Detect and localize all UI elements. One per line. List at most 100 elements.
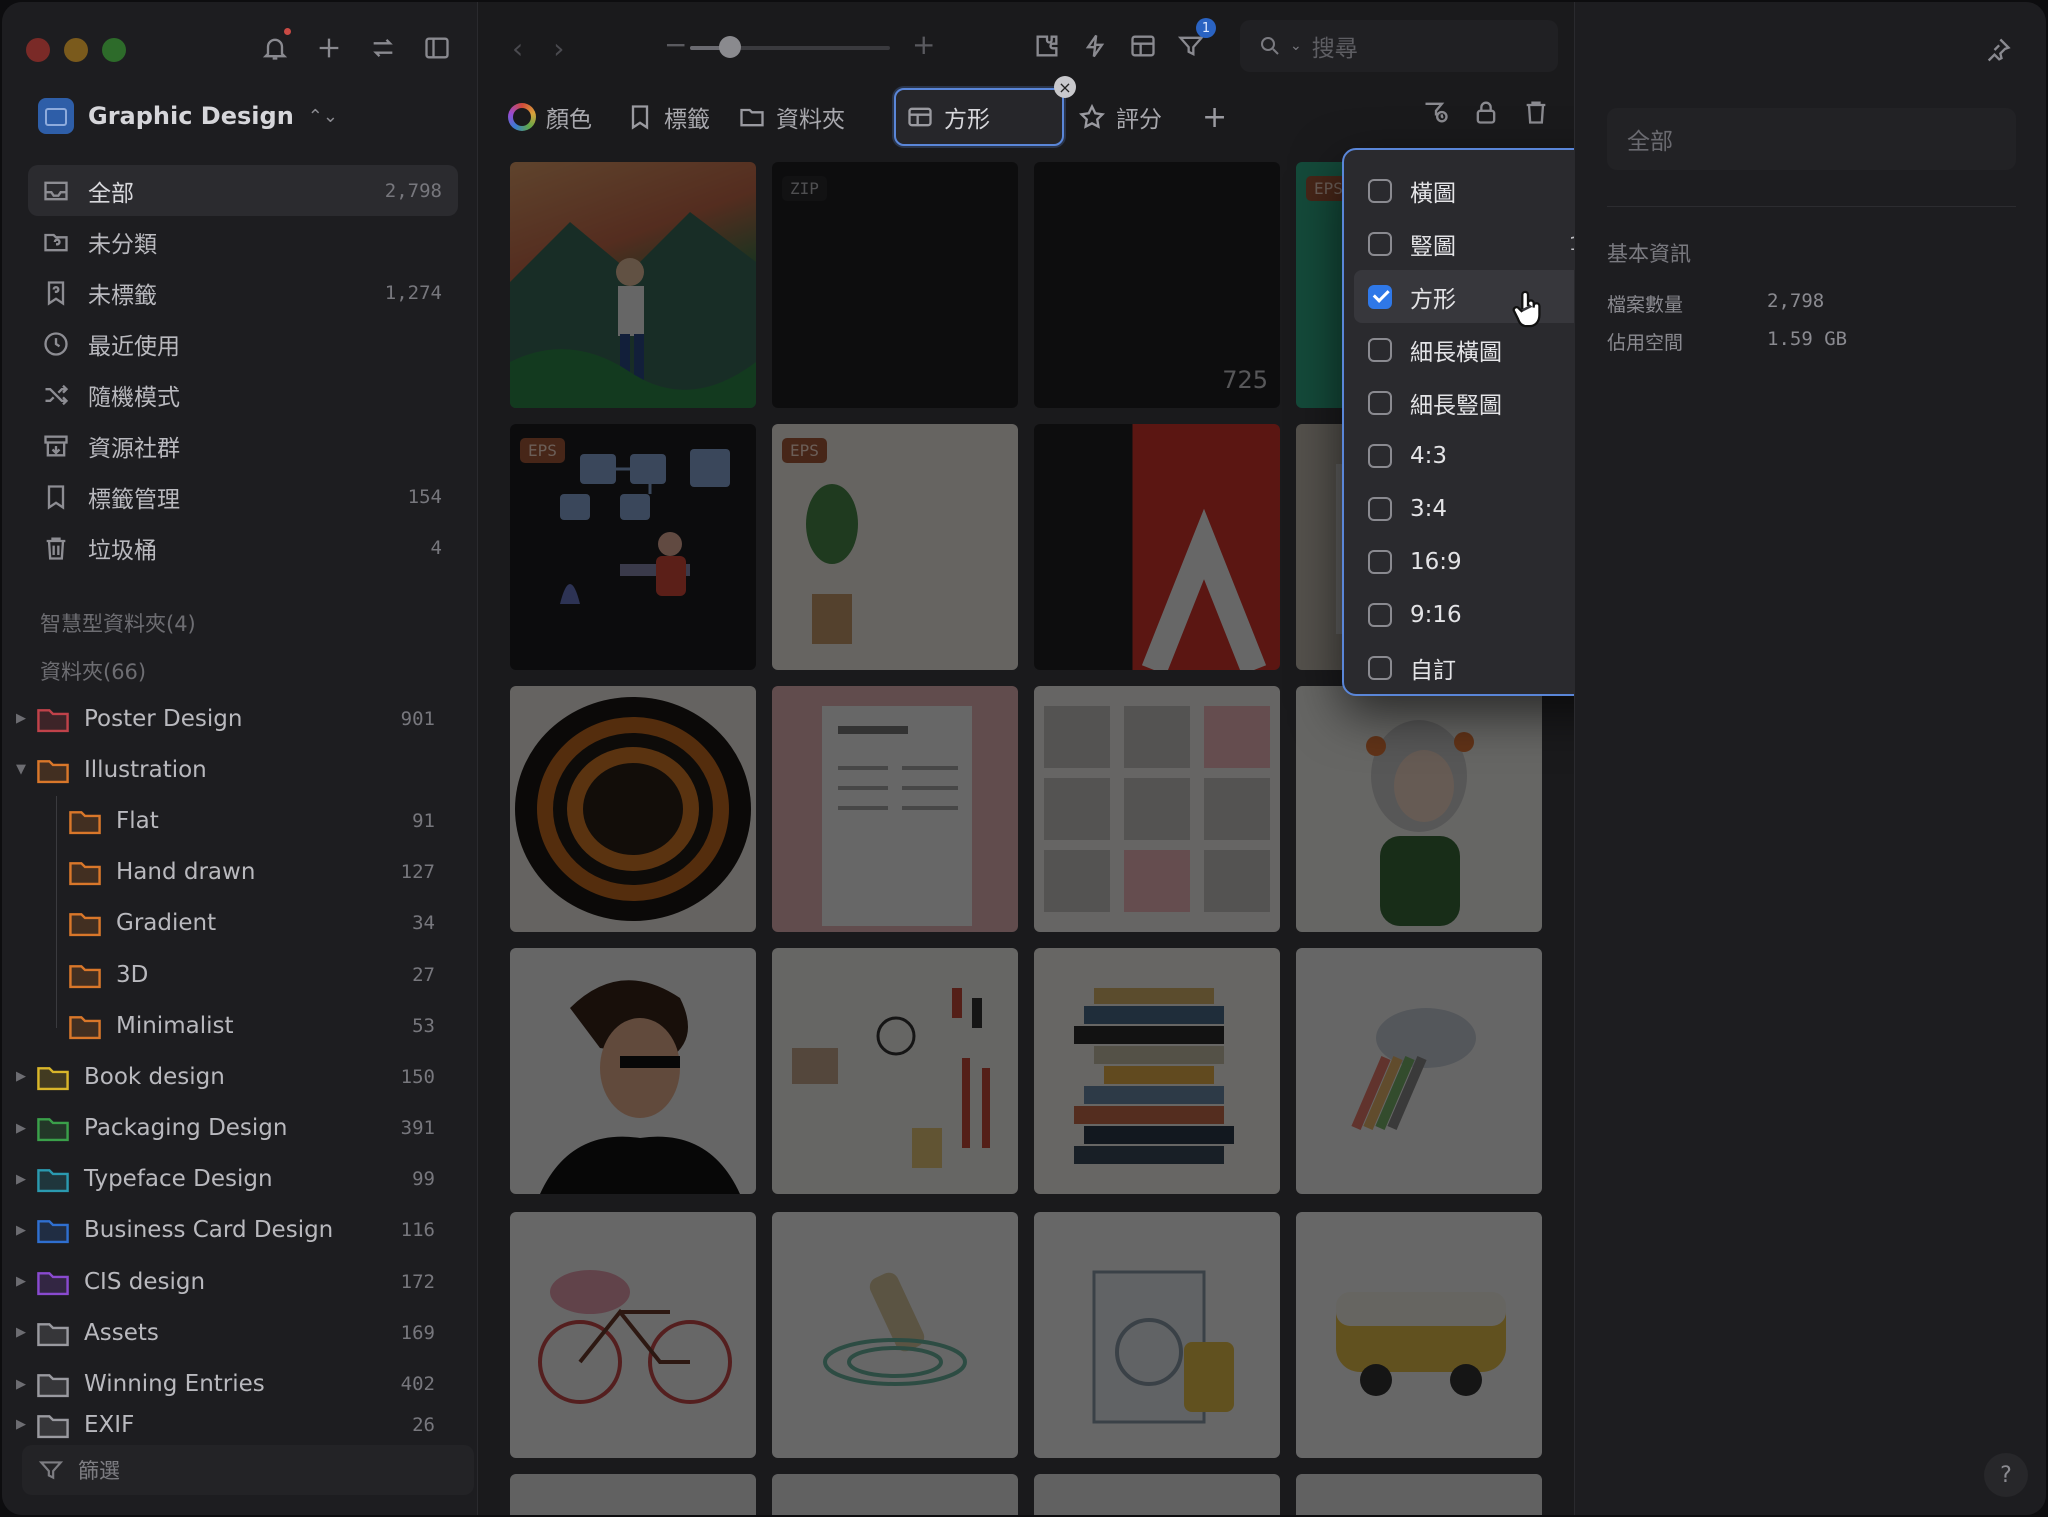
plugin-icon[interactable] — [1030, 26, 1064, 66]
asset-thumbnail[interactable]: EPS — [510, 424, 756, 670]
checkbox[interactable] — [1368, 602, 1392, 627]
asset-thumbnail[interactable] — [1034, 1212, 1280, 1458]
checkbox[interactable] — [1368, 284, 1392, 309]
checkbox[interactable] — [1368, 549, 1392, 574]
asset-thumbnail[interactable] — [1034, 1474, 1280, 1515]
filter-chip-tags[interactable]: 標籤 — [626, 92, 710, 142]
caret-right-icon[interactable]: ▶ — [6, 1274, 36, 1289]
trash-icon[interactable] — [1518, 94, 1554, 130]
asset-thumbnail[interactable] — [1296, 1212, 1542, 1458]
asset-thumbnail[interactable] — [1296, 1474, 1542, 1515]
asset-thumbnail[interactable] — [772, 1474, 1018, 1515]
add-filter-button[interactable]: + — [1202, 92, 1227, 142]
folder-item[interactable]: 3D 27 — [2, 949, 477, 1000]
sidebar-item[interactable]: 資源社群 — [28, 420, 458, 471]
sidebar-item[interactable]: 垃圾桶 4 — [28, 522, 458, 573]
checkbox[interactable] — [1368, 443, 1392, 468]
folder-item[interactable]: ▶ Packaging Design 391 — [2, 1103, 477, 1154]
folder-item[interactable]: Minimalist 53 — [2, 1000, 477, 1051]
pin-icon[interactable] — [1980, 32, 2016, 68]
folders-label[interactable]: 資料夾(66) — [40, 656, 146, 686]
sidebar-item[interactable]: 未標籤 1,274 — [28, 267, 458, 318]
search-input[interactable]: ⌄ 搜尋 — [1240, 20, 1558, 72]
folder-item[interactable]: Gradient 34 — [2, 898, 477, 949]
remove-filter-icon[interactable]: × — [1054, 76, 1076, 98]
zoom-track[interactable] — [690, 36, 890, 58]
sidebar-item[interactable]: 未分類 — [28, 216, 458, 267]
sidebar-item[interactable]: 隨機模式 — [28, 369, 458, 420]
folder-item[interactable]: ▶ EXIF 26 — [2, 1410, 477, 1440]
caret-right-icon[interactable]: ▶ — [6, 1069, 36, 1084]
checkbox[interactable] — [1368, 496, 1392, 521]
zoom-handle[interactable] — [719, 36, 741, 58]
caret-right-icon[interactable]: ▶ — [6, 1377, 36, 1392]
lightning-icon[interactable] — [1078, 26, 1112, 66]
checkbox[interactable] — [1368, 390, 1392, 415]
sidebar-item[interactable]: 全部 2,798 — [28, 165, 458, 216]
folder-item[interactable]: ▼ Illustration — [2, 744, 477, 795]
asset-thumbnail[interactable] — [1296, 948, 1542, 1194]
asset-thumbnail[interactable] — [510, 162, 756, 408]
sidebar-item[interactable]: 最近使用 — [28, 318, 458, 369]
asset-thumbnail[interactable]: 725 — [1034, 162, 1280, 408]
sidebar-filter[interactable]: 篩選 — [22, 1445, 474, 1495]
library-switcher[interactable]: Graphic Design ⌃⌄ — [38, 98, 338, 134]
back-arrow-icon[interactable]: ‹ — [512, 32, 523, 65]
asset-thumbnail[interactable] — [772, 686, 1018, 932]
folder-item[interactable]: ▶ Book design 150 — [2, 1051, 477, 1102]
asset-thumbnail[interactable] — [1034, 948, 1280, 1194]
lock-icon[interactable] — [1468, 94, 1504, 130]
checkbox[interactable] — [1368, 655, 1392, 680]
sidebar-item[interactable]: 標籤管理 154 — [28, 471, 458, 522]
forward-arrow-icon[interactable]: › — [553, 32, 564, 65]
folder-item[interactable]: ▶ Poster Design 901 — [2, 693, 477, 744]
close-window-button[interactable] — [26, 38, 50, 62]
caret-right-icon[interactable]: ▶ — [6, 711, 36, 726]
caret-down-icon[interactable]: ▼ — [6, 762, 36, 777]
filter-chip-folders[interactable]: 資料夾 — [738, 92, 845, 142]
asset-thumbnail[interactable] — [510, 1474, 756, 1515]
asset-thumbnail[interactable] — [1034, 424, 1280, 670]
zoom-in-icon[interactable]: + — [912, 28, 935, 61]
minimize-window-button[interactable] — [64, 38, 88, 62]
help-button[interactable]: ? — [1984, 1453, 2028, 1497]
smart-folders-label[interactable]: 智慧型資料夾(4) — [40, 608, 196, 638]
checkbox[interactable] — [1368, 178, 1392, 203]
folder-item[interactable]: Flat 91 — [2, 795, 477, 846]
asset-thumbnail[interactable] — [510, 1212, 756, 1458]
asset-thumbnail[interactable]: ZIP — [772, 162, 1018, 408]
asset-thumbnail[interactable] — [1296, 686, 1542, 932]
checkbox[interactable] — [1368, 231, 1392, 256]
asset-thumbnail[interactable] — [772, 1212, 1018, 1458]
caret-right-icon[interactable]: ▶ — [6, 1172, 36, 1187]
caret-right-icon[interactable]: ▶ — [6, 1223, 36, 1238]
filter-chip-shape[interactable]: 方形 × — [894, 76, 1076, 146]
caret-right-icon[interactable]: ▶ — [6, 1121, 36, 1136]
filter-toggle-icon[interactable]: 1 — [1174, 18, 1216, 66]
sync-arrows-icon[interactable] — [365, 30, 401, 66]
asset-thumbnail[interactable] — [772, 948, 1018, 1194]
caret-right-icon[interactable]: ▶ — [6, 1417, 36, 1432]
checkbox[interactable] — [1368, 337, 1392, 362]
plus-icon[interactable] — [311, 30, 347, 66]
filter-chip-color[interactable]: 顏色 — [508, 92, 592, 142]
asset-thumbnail[interactable] — [510, 948, 756, 1194]
sidebar-toggle-icon[interactable] — [419, 30, 455, 66]
folder-item[interactable]: ▶ Winning Entries 402 — [2, 1358, 477, 1409]
folder-item[interactable]: Hand drawn 127 — [2, 847, 477, 898]
layout-icon[interactable] — [1126, 26, 1160, 66]
zoom-out-icon[interactable]: − — [664, 28, 687, 61]
filter-clock-icon[interactable] — [1418, 94, 1454, 130]
zoom-window-button[interactable] — [102, 38, 126, 62]
bell-icon[interactable] — [257, 28, 293, 66]
filter-chip-rating[interactable]: 評分 — [1078, 92, 1162, 142]
asset-thumbnail[interactable] — [1034, 686, 1280, 932]
folder-item[interactable]: ▶ Typeface Design 99 — [2, 1154, 477, 1205]
caret-right-icon[interactable]: ▶ — [6, 1325, 36, 1340]
folder-item[interactable]: ▶ CIS design 172 — [2, 1256, 477, 1307]
asset-thumbnail[interactable]: EPS — [772, 424, 1018, 670]
folder-item[interactable]: ▶ Business Card Design 116 — [2, 1205, 477, 1256]
asset-thumbnail[interactable] — [510, 686, 756, 932]
folder-item[interactable]: ▶ Assets 169 — [2, 1307, 477, 1358]
panel-filter-input[interactable]: 全部 — [1607, 108, 2016, 170]
